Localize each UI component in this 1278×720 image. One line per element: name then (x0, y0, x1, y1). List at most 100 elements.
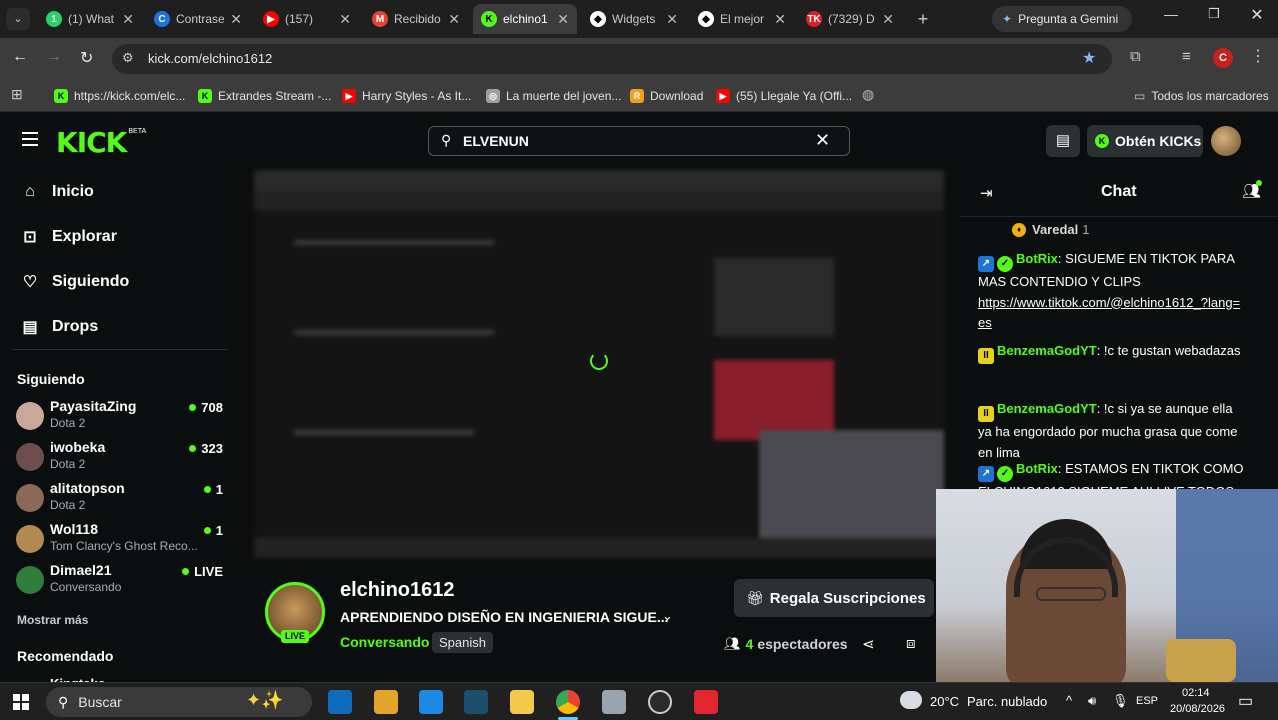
video-player[interactable] (238, 168, 952, 562)
following-category: Conversando (50, 580, 122, 594)
start-windows-icon[interactable] (13, 694, 29, 710)
taskbar-search[interactable]: ⚲ Buscar ✦✨ (46, 687, 312, 717)
browser-tab[interactable]: ◆ Widgets ✕ (582, 4, 686, 34)
chat-username[interactable]: BotRix (1016, 461, 1058, 476)
sidebar-nav-drops[interactable]: ▤ Drops (22, 315, 98, 339)
browser-tab[interactable]: ◆ El mejor ✕ (690, 4, 794, 34)
close-window-button[interactable]: ✕ (1246, 5, 1268, 27)
bookmark-star-icon[interactable]: ★ (1082, 48, 1096, 68)
minimize-button[interactable]: — (1160, 6, 1182, 28)
channel-name[interactable]: elchino1612 (340, 579, 455, 602)
profile-avatar[interactable]: C (1213, 48, 1233, 68)
restore-button[interactable]: ❐ (1203, 6, 1225, 28)
search-bar[interactable]: ⚲ ELVENUN ✕ (428, 126, 850, 156)
weather-desc[interactable]: Parc. nublado (967, 694, 1047, 709)
pinned-gift[interactable]: ♦ Varedal 1 (1012, 222, 1090, 237)
bookmark-item[interactable]: Khttps://kick.com/elc... (54, 86, 185, 106)
following-item[interactable]: Wol118 Tom Clancy's Ghost Reco... 1 (16, 521, 226, 559)
browser-tab[interactable]: TK (7329) D ✕ (798, 4, 902, 34)
show-more-link[interactable]: Mostrar más (17, 613, 88, 627)
weather-temp[interactable]: 20°C (930, 694, 959, 709)
heart-icon: ♡ (22, 274, 38, 291)
clear-search-icon[interactable]: ✕ (815, 130, 830, 151)
following-item[interactable]: iwobeka Dota 2 323 (16, 439, 226, 477)
browser-tab[interactable]: M Recibido ✕ (364, 4, 468, 34)
chat-link[interactable]: https://www.tiktok.com/@elchino1612_?lan… (978, 295, 1240, 331)
chat-username[interactable]: BenzemaGodYT (997, 401, 1097, 416)
share-icon[interactable]: ⋖ (862, 635, 875, 653)
expand-title-icon[interactable]: ⌄ (662, 608, 673, 624)
bookmark-item[interactable]: R Download (630, 86, 703, 106)
collapse-chat-icon[interactable]: ⇥ (980, 184, 993, 202)
tab-close-icon[interactable]: ✕ (557, 11, 569, 28)
tab-search-button[interactable]: ⌄ (6, 8, 30, 30)
notifications-icon[interactable]: ▭ (1238, 691, 1253, 711)
tab-close-icon[interactable]: ✕ (448, 11, 460, 28)
category-link[interactable]: Conversando (340, 634, 429, 650)
gift-subs-button[interactable]: 🎁︎ Regala Suscripciones (734, 579, 934, 617)
file-explorer-taskbar-icon[interactable] (510, 690, 534, 714)
tab-close-icon[interactable]: ✕ (122, 11, 134, 28)
clip-icon[interactable]: ⧈ (906, 635, 916, 652)
language-indicator[interactable]: ESP (1136, 695, 1158, 707)
apps-grid-icon[interactable]: ⊞ (11, 86, 23, 103)
following-item[interactable]: PayasitaZing Dota 2 708 (16, 398, 226, 436)
tab-close-icon[interactable]: ✕ (774, 11, 786, 28)
bookmark-item[interactable]: K Extrandes Stream -... (198, 86, 331, 106)
clock-date[interactable]: 20/08/2026 (1170, 703, 1225, 715)
speaker-icon[interactable]: 🔊︎ (1088, 693, 1096, 709)
clock-time[interactable]: 02:14 (1182, 687, 1210, 699)
all-bookmarks[interactable]: ▭ Todos los marcadores (1134, 86, 1269, 106)
bookmark-globe-icon[interactable]: ◍ (862, 86, 874, 103)
browser-menu-icon[interactable]: ⋮ (1250, 46, 1266, 66)
chat-username[interactable]: BotRix (1016, 251, 1058, 266)
back-button[interactable]: ← (12, 48, 32, 68)
following-item[interactable]: alitatopson Dota 2 1 (16, 480, 226, 518)
hamburger-menu-icon[interactable] (22, 132, 38, 146)
browser-tab[interactable]: C Contrase ✕ (146, 4, 250, 34)
tab-title: (1) What (68, 12, 115, 26)
tab-close-icon[interactable]: ✕ (882, 11, 894, 28)
tab-close-icon[interactable]: ✕ (230, 11, 242, 28)
store-taskbar-icon[interactable] (419, 690, 443, 714)
sidebar-nav-explorar[interactable]: ⊡ Explorar (22, 225, 117, 249)
chrome-taskbar-icon[interactable] (556, 690, 580, 714)
extensions-icon[interactable]: ⧉ (1130, 48, 1141, 65)
bookmark-item[interactable]: ▶ (55) Llegale Ya (Offi... (716, 86, 852, 106)
following-item[interactable]: Dimael21 Conversando LIVE (16, 562, 226, 600)
address-field[interactable]: ⚙ kick.com/elchino1612 ★ (112, 44, 1112, 74)
following-viewers: 1 (203, 523, 223, 538)
bookmark-item[interactable]: ◎ La muerte del joven... (486, 86, 621, 106)
outlook-taskbar-icon[interactable] (328, 690, 352, 714)
microphone-icon[interactable]: 🎙︎ (1112, 693, 1129, 709)
chat-username[interactable]: BenzemaGodYT (997, 343, 1097, 358)
tray-chevron-icon[interactable]: ^ (1066, 693, 1072, 708)
kick-logo-text: KICK (56, 126, 127, 159)
home-icon: ⌂ (25, 183, 35, 200)
acrobat-taskbar-icon[interactable] (694, 690, 718, 714)
bookmark-item[interactable]: ▶ Harry Styles - As It... (342, 86, 471, 106)
get-kicks-button[interactable]: K Obtén KICKs (1087, 125, 1203, 157)
search-input[interactable]: ELVENUN (463, 133, 529, 149)
reload-button[interactable]: ↻ (80, 48, 100, 68)
new-tab-button[interactable]: + (912, 8, 934, 30)
media-control-icon[interactable]: ≡ (1182, 48, 1191, 65)
sidebar-nav-inicio[interactable]: ⌂ Inicio (22, 180, 94, 204)
sidebar-nav-siguiendo[interactable]: ♡ Siguiendo (22, 270, 130, 294)
forward-button[interactable]: → (46, 48, 66, 68)
language-tag[interactable]: Spanish (432, 632, 493, 653)
dev-app-taskbar-icon[interactable] (464, 690, 488, 714)
browser-tab[interactable]: 1 (1) What ✕ (38, 4, 142, 34)
tab-close-icon[interactable]: ✕ (339, 11, 351, 28)
tab-close-icon[interactable]: ✕ (666, 11, 678, 28)
notepad-taskbar-icon[interactable] (602, 690, 626, 714)
browser-tab[interactable]: ▶ (157) ✕ (255, 4, 359, 34)
kick-logo[interactable]: KICK BETA (56, 126, 146, 159)
gemini-button[interactable]: ✦ Pregunta a Gemini (992, 6, 1132, 32)
ribbon-app-taskbar-icon[interactable] (374, 690, 398, 714)
library-button[interactable]: ▤ (1046, 125, 1080, 157)
browser-tab[interactable]: Kelchino1 ✕ (473, 4, 577, 34)
speedometer-taskbar-icon[interactable] (648, 690, 672, 714)
user-avatar[interactable] (1211, 126, 1241, 156)
site-info-icon[interactable]: ⚙ (122, 50, 134, 66)
